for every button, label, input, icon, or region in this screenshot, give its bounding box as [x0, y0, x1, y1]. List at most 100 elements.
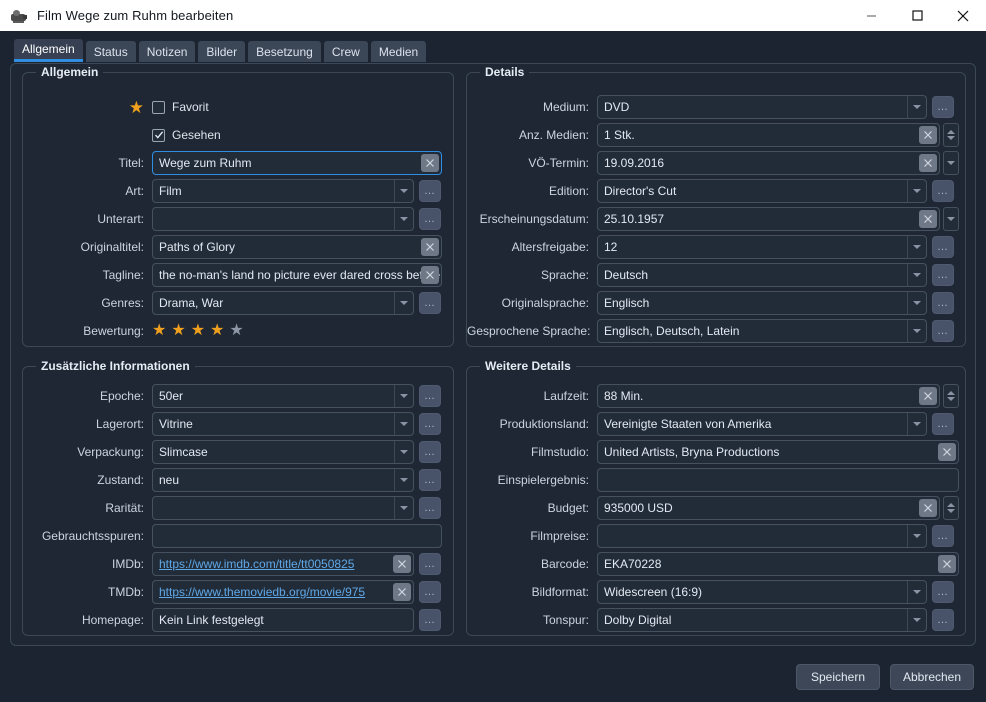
gesprochene-sprache-more-button[interactable]: … [932, 320, 954, 342]
unterart-combobox[interactable] [152, 207, 414, 231]
raritaet-chevron-down-icon[interactable] [394, 497, 413, 519]
budget-stepper[interactable] [943, 496, 959, 520]
lagerort-combobox[interactable]: Vitrine [152, 412, 414, 436]
produktionsland-combobox[interactable]: Vereinigte Staaten von Amerika [597, 412, 927, 436]
tagline-input[interactable]: the no-man's land no picture ever dared … [152, 263, 442, 287]
homepage-more-button[interactable]: … [419, 609, 441, 631]
bildformat-chevron-down-icon[interactable] [907, 581, 926, 603]
originaltitel-input[interactable]: Paths of Glory [152, 235, 442, 259]
altersfreigabe-combobox[interactable]: 12 [597, 235, 927, 259]
zustand-more-button[interactable]: … [419, 469, 441, 491]
tmdb-link-input[interactable]: https://www.themoviedb.org/movie/975 [152, 580, 414, 604]
edition-combobox[interactable]: Director's Cut [597, 179, 927, 203]
erscheinungsdatum-calendar-dropdown-icon[interactable] [943, 207, 959, 231]
anz-medien-clear-icon[interactable] [919, 126, 937, 144]
close-icon[interactable] [940, 0, 986, 31]
maximize-icon[interactable] [894, 0, 940, 31]
gesprochene-sprache-combobox[interactable]: Englisch, Deutsch, Latein [597, 319, 927, 343]
filmpreise-chevron-down-icon[interactable] [907, 525, 926, 547]
voe-termin-calendar-dropdown-icon[interactable] [943, 151, 959, 175]
tab-crew[interactable]: Crew [323, 41, 368, 62]
cancel-button[interactable]: Abbrechen [890, 664, 974, 690]
gesprochene-sprache-chevron-down-icon[interactable] [907, 320, 926, 342]
voe-termin-input[interactable]: 19.09.2016 [597, 151, 940, 175]
laufzeit-stepper[interactable] [943, 384, 959, 408]
zustand-chevron-down-icon[interactable] [394, 469, 413, 491]
anz-medien-input[interactable]: 1 Stk. [597, 123, 940, 147]
voe-termin-clear-icon[interactable] [919, 154, 937, 172]
einspielergebnis-input[interactable] [597, 468, 959, 492]
laufzeit-input[interactable]: 88 Min. [597, 384, 940, 408]
tonspur-chevron-down-icon[interactable] [907, 609, 926, 631]
bildformat-combobox[interactable]: Widescreen (16:9) [597, 580, 927, 604]
epoche-more-button[interactable]: … [419, 385, 441, 407]
tab-bilder[interactable]: Bilder [198, 41, 246, 62]
laufzeit-clear-icon[interactable] [919, 387, 937, 405]
rating-stars[interactable]: ★ ★ ★ ★ ★ [152, 323, 244, 339]
tab-allgemein[interactable]: Allgemein [14, 39, 83, 62]
gesehen-checkbox[interactable] [152, 128, 165, 142]
art-more-button[interactable]: … [419, 180, 441, 202]
verpackung-more-button[interactable]: … [419, 441, 441, 463]
imdb-more-button[interactable]: … [419, 553, 441, 575]
altersfreigabe-more-button[interactable]: … [932, 236, 954, 258]
tab-medien[interactable]: Medien [370, 41, 427, 62]
sprache-more-button[interactable]: … [932, 264, 954, 286]
budget-clear-icon[interactable] [919, 499, 937, 517]
filmpreise-combobox[interactable] [597, 524, 927, 548]
genres-more-button[interactable]: … [419, 292, 441, 314]
barcode-clear-icon[interactable] [938, 555, 956, 573]
medium-chevron-down-icon[interactable] [907, 96, 926, 118]
imdb-clear-icon[interactable] [393, 555, 411, 573]
tab-besetzung[interactable]: Besetzung [248, 41, 321, 62]
originalsprache-combobox[interactable]: Englisch [597, 291, 927, 315]
titel-clear-icon[interactable] [421, 154, 439, 172]
verpackung-combobox[interactable]: Slimcase [152, 440, 414, 464]
unterart-chevron-down-icon[interactable] [394, 208, 413, 230]
favorit-checkbox[interactable] [152, 100, 165, 114]
imdb-link-input[interactable]: https://www.imdb.com/title/tt0050825 [152, 552, 414, 576]
lagerort-chevron-down-icon[interactable] [394, 413, 413, 435]
art-chevron-down-icon[interactable] [394, 180, 413, 202]
save-button[interactable]: Speichern [796, 664, 880, 690]
erscheinungsdatum-clear-icon[interactable] [919, 210, 937, 228]
bildformat-more-button[interactable]: … [932, 581, 954, 603]
minimize-icon[interactable] [848, 0, 894, 31]
raritaet-combobox[interactable] [152, 496, 414, 520]
titel-input[interactable]: Wege zum Ruhm [152, 151, 442, 175]
medium-combobox[interactable]: DVD [597, 95, 927, 119]
rating-star-2[interactable]: ★ [171, 323, 185, 339]
tonspur-more-button[interactable]: … [932, 609, 954, 631]
gebrauchtsspuren-input[interactable] [152, 524, 442, 548]
rating-star-1[interactable]: ★ [152, 323, 166, 339]
barcode-input[interactable]: EKA70228 [597, 552, 959, 576]
filmstudio-input[interactable]: United Artists, Bryna Productions [597, 440, 959, 464]
altersfreigabe-chevron-down-icon[interactable] [907, 236, 926, 258]
edition-chevron-down-icon[interactable] [907, 180, 926, 202]
genres-chevron-down-icon[interactable] [394, 292, 413, 314]
filmpreise-more-button[interactable]: … [932, 525, 954, 547]
produktionsland-chevron-down-icon[interactable] [907, 413, 926, 435]
anz-medien-stepper[interactable] [943, 123, 959, 147]
tmdb-clear-icon[interactable] [393, 583, 411, 601]
tonspur-combobox[interactable]: Dolby Digital [597, 608, 927, 632]
sprache-combobox[interactable]: Deutsch [597, 263, 927, 287]
epoche-combobox[interactable]: 50er [152, 384, 414, 408]
budget-input[interactable]: 935000 USD [597, 496, 940, 520]
erscheinungsdatum-input[interactable]: 25.10.1957 [597, 207, 940, 231]
originalsprache-chevron-down-icon[interactable] [907, 292, 926, 314]
produktionsland-more-button[interactable]: … [932, 413, 954, 435]
rating-star-3[interactable]: ★ [191, 323, 205, 339]
lagerort-more-button[interactable]: … [419, 413, 441, 435]
epoche-chevron-down-icon[interactable] [394, 385, 413, 407]
tmdb-more-button[interactable]: … [419, 581, 441, 603]
originalsprache-more-button[interactable]: … [932, 292, 954, 314]
filmstudio-clear-icon[interactable] [938, 443, 956, 461]
edition-more-button[interactable]: … [932, 180, 954, 202]
unterart-more-button[interactable]: … [419, 208, 441, 230]
originaltitel-clear-icon[interactable] [421, 238, 439, 256]
raritaet-more-button[interactable]: … [419, 497, 441, 519]
homepage-input[interactable]: Kein Link festgelegt [152, 608, 414, 632]
medium-more-button[interactable]: … [932, 96, 954, 118]
sprache-chevron-down-icon[interactable] [907, 264, 926, 286]
